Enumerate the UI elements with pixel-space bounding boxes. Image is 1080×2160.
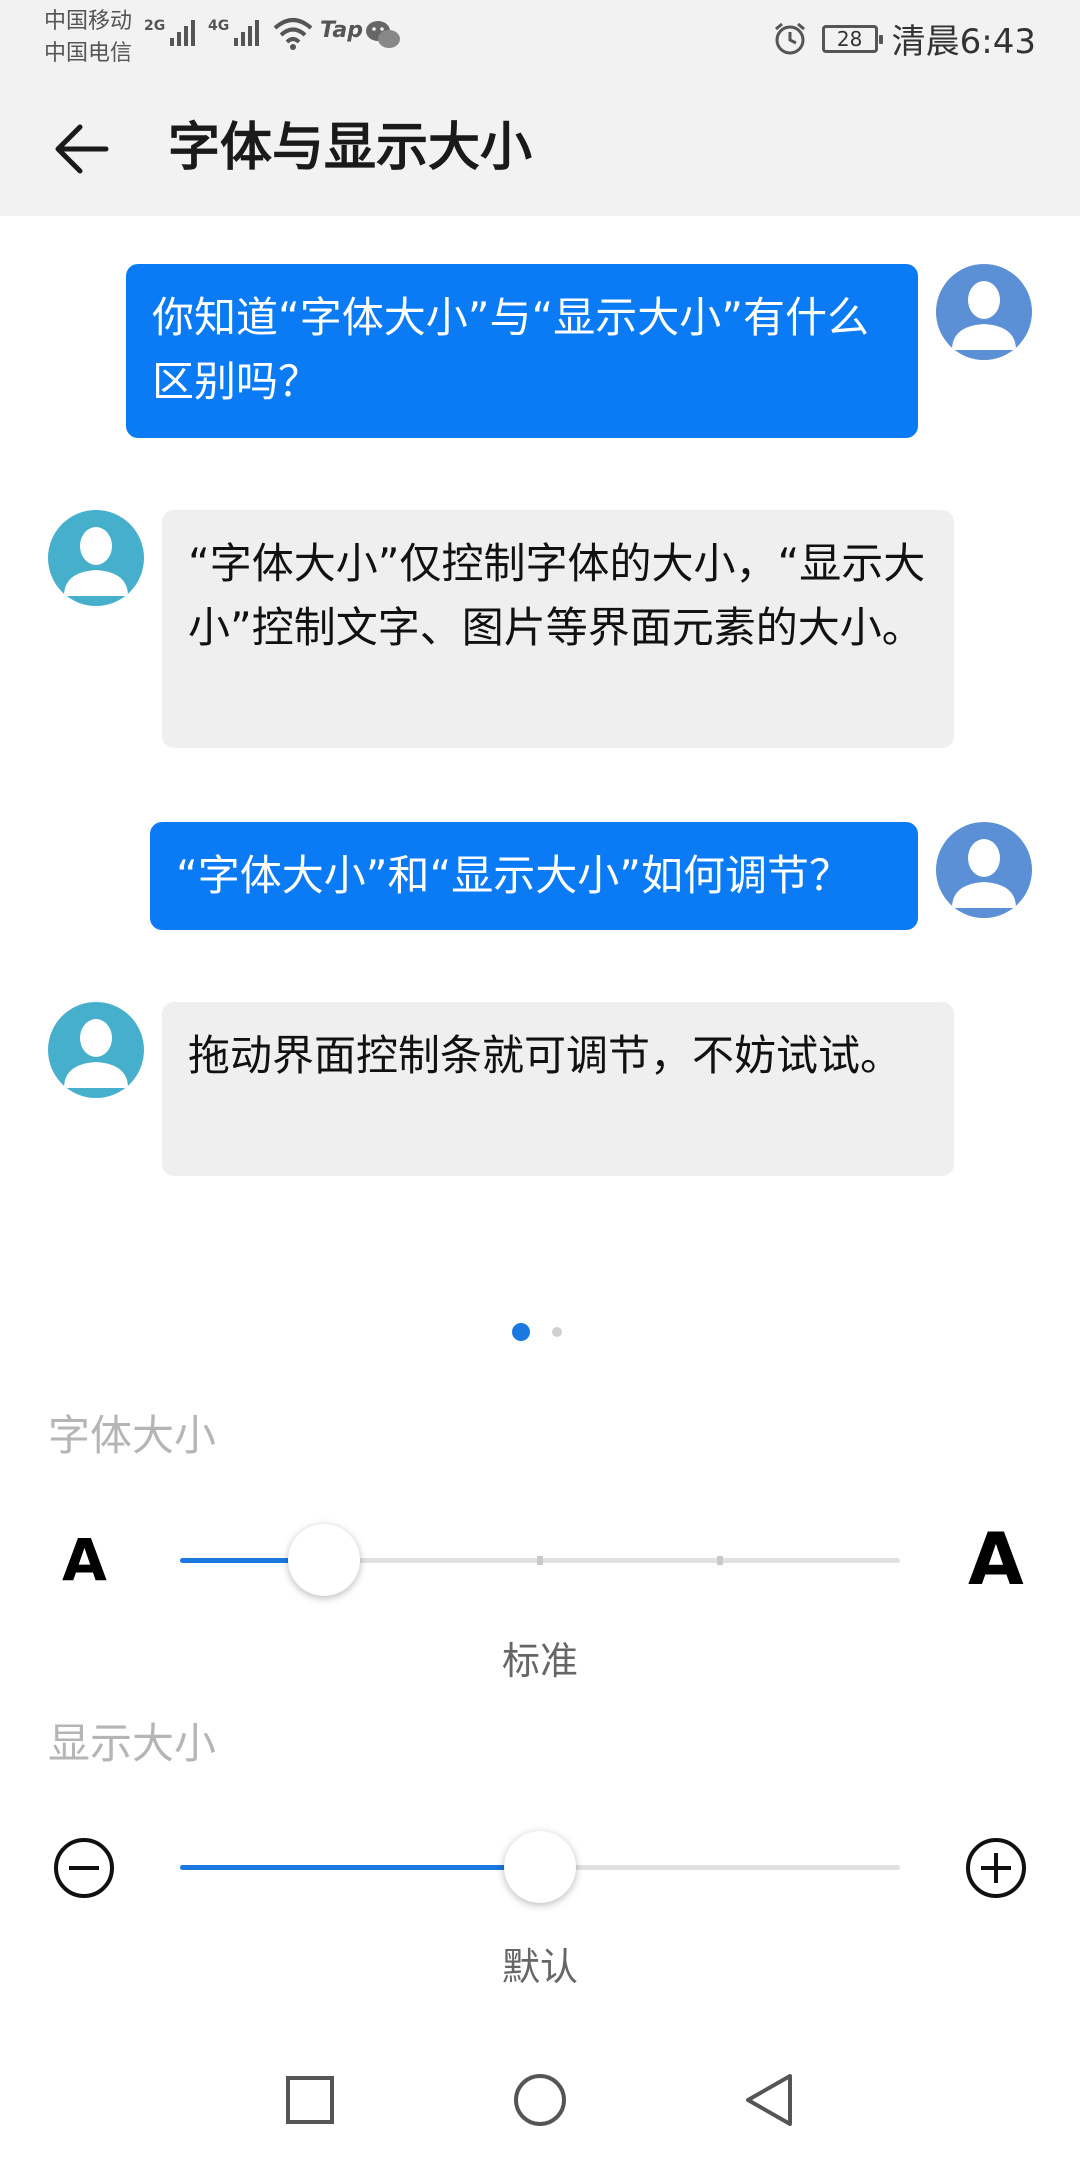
user-avatar [936,264,1032,360]
display-size-label: 显示大小 [48,1719,217,1768]
chat-bubble-assistant-2: 拖动界面控制条就可调节，不妨试试。 [162,1002,954,1176]
assistant-avatar [48,1002,144,1098]
signal-4g-icon: 4G [208,18,259,46]
user-avatar [936,822,1032,918]
small-a-glyph: A [62,1526,107,1594]
pager-dot[interactable] [552,1327,562,1337]
chat-text: “字体大小”和“显示大小”如何调节？ [176,851,852,900]
plus-circle-icon[interactable] [964,1836,1028,1900]
font-size-label: 字体大小 [48,1411,217,1460]
pager-dot-active[interactable] [512,1323,530,1341]
chat-bubble-user-1: 你知道“字体大小”与“显示大小”有什么区别吗？ [126,264,918,438]
carrier-info: 中国移动 中国电信 [44,6,132,70]
clock: 清晨6:43 [891,22,1036,62]
display-size-value: 默认 [502,1945,579,1989]
assistant-avatar [48,510,144,606]
display-size-slider-thumb[interactable] [504,1831,576,1903]
chat-text: 拖动界面控制条就可调节，不妨试试。 [188,1031,903,1080]
person-icon [64,1019,128,1088]
display-size-slider-fill [180,1865,540,1870]
recent-apps-icon[interactable] [280,2070,340,2130]
carrier-1: 中国移动 [44,9,133,34]
back-arrow-icon[interactable] [48,114,118,184]
home-icon[interactable] [510,2070,570,2130]
person-icon [952,839,1016,908]
minus-circle-icon[interactable] [52,1836,116,1900]
net-2g-label: 2G [144,18,165,34]
signal-2g-icon: 2G [144,18,195,46]
chat-text: “字体大小”仅控制字体的大小，“显示大小”控制文字、图片等界面元素的大小。 [188,539,926,652]
font-size-value: 标准 [502,1639,579,1683]
carrier-2: 中国电信 [44,41,133,66]
slider-tick [717,1556,723,1565]
status-right: 28 清晨6:43 [772,14,1036,63]
battery-indicator: 28 [821,24,883,53]
page-title: 字体与显示大小 [168,118,533,178]
alarm-icon [774,22,805,54]
app-header: 字体与显示大小 [0,76,1080,216]
wifi-icon [273,18,313,50]
chat-bubble-assistant-1: “字体大小”仅控制字体的大小，“显示大小”控制文字、图片等界面元素的大小。 [162,510,954,748]
slider-tick [537,1556,543,1565]
person-icon [952,281,1016,350]
back-triangle-icon[interactable] [740,2070,800,2130]
wechat-icon [366,21,400,48]
font-size-slider-thumb[interactable] [288,1524,360,1596]
navigation-bar [0,2050,1080,2160]
person-icon [64,527,128,596]
net-4g-label: 4G [208,18,229,34]
tap-icon: Tap [320,18,363,43]
status-bar: 中国移动 中国电信 2G 4G Tap 28 清晨6:43 [0,0,1080,76]
chat-bubble-user-2: “字体大小”和“显示大小”如何调节？ [150,822,918,930]
chat-text: 你知道“字体大小”与“显示大小”有什么区别吗？ [152,293,870,406]
large-a-glyph: A [968,1517,1024,1601]
